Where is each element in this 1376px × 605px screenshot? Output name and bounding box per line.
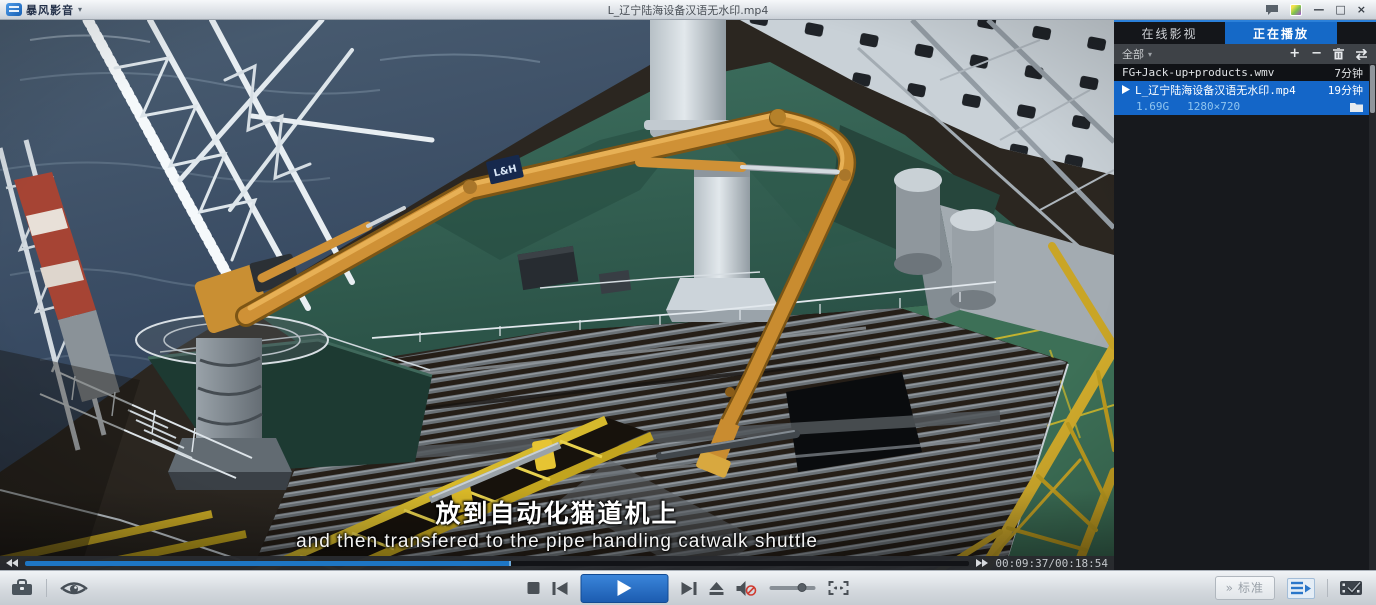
next-button[interactable] bbox=[682, 582, 697, 595]
playlist-item-details: 1.69G 1280×720 bbox=[1114, 98, 1369, 115]
add-item-button[interactable]: + bbox=[1289, 45, 1300, 63]
playlist-item-selected[interactable]: L_辽宁陆海设备汉语无水印.mp4 19分钟 bbox=[1114, 81, 1369, 98]
playlist-item-name: L_辽宁陆海设备汉语无水印.mp4 bbox=[1135, 82, 1296, 98]
filter-dropdown[interactable]: 全部 ▾ bbox=[1122, 46, 1152, 62]
brand-logo-icon bbox=[6, 3, 22, 16]
stop-button[interactable] bbox=[528, 582, 540, 594]
progress-strip: 00:09:37/00:18:54 bbox=[0, 556, 1114, 570]
playlist-item-name: FG+Jack-up+products.wmv bbox=[1122, 66, 1274, 79]
play-button[interactable] bbox=[581, 574, 669, 603]
toolbox-icon[interactable] bbox=[10, 579, 34, 597]
file-size: 1.69G bbox=[1136, 100, 1169, 113]
playlist: FG+Jack-up+products.wmv 7分钟 L_辽宁陆海设备汉语无水… bbox=[1114, 64, 1369, 115]
playlist-item-duration: 19分钟 bbox=[1328, 82, 1363, 98]
eye-mode-icon[interactable] bbox=[59, 580, 89, 596]
minimize-button[interactable]: — bbox=[1313, 0, 1324, 20]
scrollbar-thumb[interactable] bbox=[1370, 65, 1375, 113]
chevrons-icon: » bbox=[1226, 581, 1234, 595]
panel-tabs: 在线影视 正在播放 bbox=[1114, 22, 1376, 44]
app-brand-menu[interactable]: 暴风影音 ▾ bbox=[0, 2, 220, 18]
open-folder-icon[interactable] bbox=[1350, 102, 1363, 112]
brand-menu-caret-icon: ▾ bbox=[78, 5, 82, 14]
media-library-icon[interactable] bbox=[1340, 579, 1366, 597]
rewind-icon[interactable] bbox=[6, 559, 18, 567]
time-display: 00:09:37/00:18:54 bbox=[995, 557, 1108, 570]
title-bar: 暴风影音 ▾ L_辽宁陆海设备汉语无水印.mp4 — □ × bbox=[0, 0, 1376, 20]
tab-now-playing[interactable]: 正在播放 bbox=[1225, 22, 1337, 44]
remove-item-button[interactable]: − bbox=[1311, 45, 1322, 63]
volume-slider[interactable] bbox=[770, 586, 816, 590]
refresh-icon[interactable] bbox=[1355, 49, 1368, 60]
maximize-button[interactable]: □ bbox=[1335, 0, 1345, 20]
seek-bar[interactable] bbox=[25, 561, 969, 566]
fast-forward-icon[interactable] bbox=[976, 559, 988, 567]
player-window: 暴风影音 ▾ L_辽宁陆海设备汉语无水印.mp4 — □ × bbox=[0, 0, 1376, 605]
dropdown-caret-icon: ▾ bbox=[1148, 50, 1152, 59]
skin-icon[interactable] bbox=[1290, 4, 1302, 16]
previous-button[interactable] bbox=[553, 582, 568, 595]
playlist-item[interactable]: FG+Jack-up+products.wmv 7分钟 bbox=[1114, 64, 1369, 81]
window-controls: — □ × bbox=[1156, 0, 1376, 20]
feedback-icon[interactable] bbox=[1265, 4, 1279, 16]
playlist-panel: 在线影视 正在播放 全部 ▾ + − bbox=[1114, 20, 1376, 570]
control-bar: » 标准 bbox=[0, 570, 1376, 605]
fullscreen-icon[interactable] bbox=[829, 581, 849, 595]
delete-icon[interactable] bbox=[1333, 48, 1344, 60]
playlist-item-duration: 7分钟 bbox=[1334, 65, 1363, 81]
window-title: L_辽宁陆海设备汉语无水印.mp4 bbox=[220, 2, 1156, 18]
standard-mode-button[interactable]: » 标准 bbox=[1215, 576, 1275, 600]
now-playing-icon bbox=[1122, 85, 1130, 94]
seek-fill bbox=[25, 561, 511, 566]
playlist-scrollbar[interactable] bbox=[1369, 64, 1376, 570]
volume-handle[interactable] bbox=[797, 583, 806, 592]
tab-online-movies[interactable]: 在线影视 bbox=[1114, 22, 1225, 44]
video-scene: L&H bbox=[0, 20, 1114, 570]
video-viewport[interactable]: L&H 放到自动化猫道机上 and then transfered t bbox=[0, 20, 1114, 570]
file-resolution: 1280×720 bbox=[1187, 100, 1240, 113]
brand-name: 暴风影音 bbox=[26, 2, 74, 18]
playlist-toggle-icon[interactable] bbox=[1287, 578, 1315, 599]
close-button[interactable]: × bbox=[1357, 0, 1366, 20]
mute-icon[interactable] bbox=[737, 581, 757, 596]
playlist-toolbar: 全部 ▾ + − bbox=[1114, 44, 1376, 64]
eject-button[interactable] bbox=[710, 582, 724, 595]
